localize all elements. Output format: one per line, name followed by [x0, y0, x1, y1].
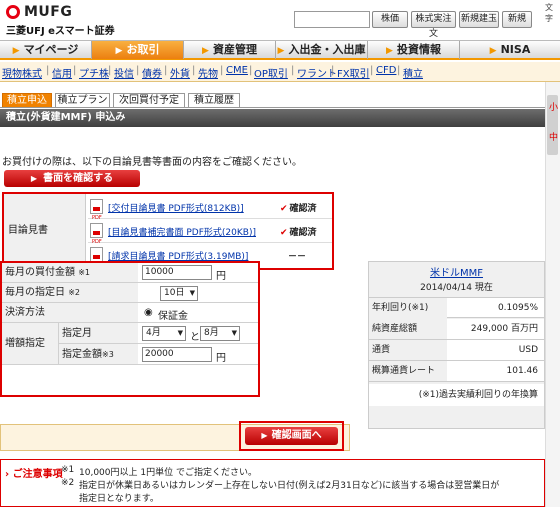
nav-trade[interactable]: ▶ お取引	[92, 41, 184, 59]
month-to-select[interactable]: 8月 ▼	[200, 326, 240, 341]
arrow-right-icon: ▶	[277, 46, 285, 56]
specified-amount-input[interactable]: 20000	[142, 347, 212, 362]
tab-accumulation-plan[interactable]: 積立プラン	[55, 93, 110, 108]
chevron-down-icon: ▼	[231, 329, 237, 337]
yen-unit: 円	[216, 353, 226, 364]
new-position-button[interactable]: 新規建玉	[459, 11, 499, 28]
fund-date: 2014/04/14 現在	[420, 283, 493, 293]
fund-info-row: 通貨 USD	[369, 340, 544, 361]
document-link[interactable]: [交付目論見書 PDF形式(812KB)]	[108, 201, 244, 214]
sub-nav-margin[interactable]: 信用	[52, 65, 72, 80]
fund-info-row: 純資産総額 249,000 百万円	[369, 319, 544, 340]
warning-arrow-icon: ›	[5, 469, 10, 480]
sub-nav-fx[interactable]: FX取引	[337, 65, 370, 80]
sub-nav-option[interactable]: OP取引	[254, 65, 288, 80]
nav-mypage[interactable]: ▶ マイページ	[0, 41, 92, 59]
section-title: 積立(外貨建MMF) 申込み	[0, 109, 545, 127]
arrow-right-icon: ▶	[202, 46, 209, 56]
radio-selected-icon[interactable]: ◉	[144, 307, 153, 318]
sub-nav-cfd[interactable]: CFD	[376, 65, 396, 76]
fund-info-row: 年利回り(※1) 0.1095%	[369, 297, 544, 318]
nav-asset-management[interactable]: ▶ 資産管理	[184, 41, 276, 59]
main-nav: ▶ マイページ ▶ お取引 ▶ 資産管理 ▶ 入出金・入出庫 ▶ 投資情報 ▶ NISA	[0, 40, 560, 60]
confirm-screen-button[interactable]: ▶ 確認画面へ	[245, 427, 338, 445]
notes-title: › ご注意事項	[5, 469, 63, 480]
sub-nav-accumulation[interactable]: 積立	[403, 65, 423, 80]
stock-order-button[interactable]: 株式実注文	[411, 11, 456, 39]
arrow-right-icon: ▶	[115, 46, 123, 56]
arrow-right-icon: ▶	[489, 46, 497, 56]
sub-nav-cme[interactable]: CME	[226, 65, 248, 76]
monthly-day-label: 毎月の指定日 ※2	[2, 283, 138, 303]
note-item: 10,000円以上 1円単位 でご指定ください。	[79, 468, 257, 478]
pdf-icon: PDF	[90, 247, 103, 269]
settlement-method-label: 決済方法	[2, 303, 138, 323]
new-button[interactable]: 新規	[502, 11, 532, 28]
logo[interactable]: MUFG	[24, 4, 72, 20]
tab-next-purchase-schedule[interactable]: 次回買付予定	[113, 93, 185, 108]
sub-nav-bond[interactable]: 債券	[142, 65, 162, 80]
check-icon: ✔	[280, 204, 288, 214]
chevron-down-icon: ▼	[189, 289, 195, 297]
arrow-right-icon: ▶	[386, 46, 393, 56]
fund-info-row: 概算通貨レート 101.46	[369, 361, 544, 382]
font-size-label: 文字	[545, 3, 553, 23]
specified-amount-label: 指定金額※3	[58, 344, 138, 365]
font-size-small[interactable]: 小	[549, 100, 558, 113]
sub-nav-foreign[interactable]: 外貨	[170, 65, 190, 80]
mufg-logo-icon	[6, 5, 20, 19]
sub-nav-spot-stock[interactable]: 現物株式	[2, 65, 42, 80]
settlement-option: 保証金	[158, 311, 188, 322]
arrow-right-icon: ▶	[30, 174, 38, 183]
prospectus-label: 目論見書	[4, 194, 86, 268]
monthly-amount-label: 毎月の買付金額 ※1	[2, 263, 138, 283]
accumulation-order-form: 毎月の買付金額 ※1 10000 円 毎月の指定日 ※2 10日 ▼ 決済方法 ◉…	[0, 261, 260, 397]
pdf-icon: PDF	[90, 223, 103, 245]
sub-nav-fund[interactable]: 投信	[114, 65, 134, 80]
sub-nav-futures[interactable]: 先物	[198, 65, 218, 80]
document-status: －－	[288, 252, 307, 262]
notes-box: › ご注意事項 ※1 10,000円以上 1円単位 でご指定ください。 ※2 指…	[0, 459, 545, 507]
logo-subtitle: 三菱UFJ eスマート証券	[6, 26, 115, 37]
stock-price-button[interactable]: 株価	[372, 11, 408, 28]
nav-nisa[interactable]: ▶ NISA	[460, 41, 560, 59]
arrow-right-icon: ▶	[261, 431, 268, 440]
yen-unit: 円	[216, 271, 226, 282]
pdf-icon: PDF	[90, 199, 103, 221]
tab-accumulation-apply[interactable]: 積立申込	[2, 93, 52, 108]
font-size-medium[interactable]: 中	[549, 130, 558, 143]
monthly-amount-input[interactable]: 10000	[142, 265, 212, 280]
sub-nav: 現物株式 | 信用 | プチ株 | 投信 | 債券 | 外貨 | 先物 | CM…	[0, 62, 560, 82]
monthly-day-select[interactable]: 10日 ▼	[160, 286, 198, 301]
confirm-documents-button[interactable]: ▶ 書面を確認する	[4, 170, 140, 187]
increase-specification-label: 増額指定	[2, 323, 58, 365]
nav-investment-info[interactable]: ▶ 投資情報	[368, 41, 460, 59]
note-item: 指定日となります。	[79, 494, 159, 504]
month-from-select[interactable]: 4月 ▼	[142, 326, 186, 341]
fund-footnote: (※1)過去実績利回りの年換算	[369, 384, 544, 406]
document-status: ✔ 確認済	[280, 204, 317, 214]
document-link[interactable]: [目論見書補完書面 PDF形式(20KB)]	[108, 225, 256, 238]
check-icon: ✔	[280, 228, 288, 238]
document-row: PDF [交付目論見書 PDF形式(812KB)] ✔ 確認済	[88, 195, 332, 221]
fund-name-link[interactable]: 米ドルMMF	[369, 264, 544, 279]
intro-text: お買付けの際は、以下の目論見書等書面の内容をご確認ください。	[2, 157, 302, 168]
arrow-right-icon: ▶	[12, 46, 20, 56]
document-status: ✔ 確認済	[280, 228, 317, 238]
document-row: PDF [目論見書補完書面 PDF形式(20KB)] ✔ 確認済	[88, 219, 332, 245]
sub-nav-petit-stock[interactable]: プチ株	[79, 65, 109, 80]
stock-search-input[interactable]	[294, 11, 370, 28]
specified-month-label: 指定月	[58, 323, 138, 344]
nav-deposit-withdraw[interactable]: ▶ 入出金・入出庫	[276, 41, 368, 59]
tab-accumulation-history[interactable]: 積立履歴	[188, 93, 240, 108]
note-item: 指定日が休業日あるいはカレンダー上存在しない日付(例えば2月31日など)に該当す…	[79, 481, 500, 491]
prospectus-box: 目論見書 PDF [交付目論見書 PDF形式(812KB)] ✔ 確認済 PDF …	[2, 192, 334, 270]
chevron-down-icon: ▼	[177, 329, 183, 337]
fund-info-box: 米ドルMMF 2014/04/14 現在 年利回り(※1) 0.1095% 純資…	[368, 261, 545, 429]
